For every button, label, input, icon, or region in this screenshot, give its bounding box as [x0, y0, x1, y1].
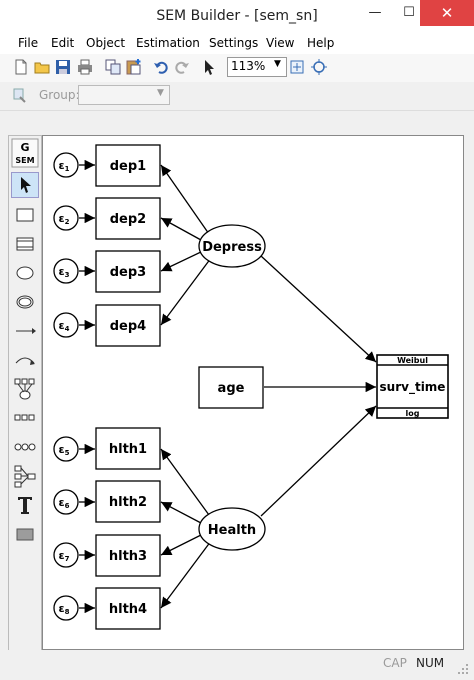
measurement-icon — [14, 378, 35, 400]
diagram-canvas[interactable]: ε1 ε2 ε3 ε4 ε5 ε6 ε7 ε8 dep1 dep2 dep3 d… — [42, 135, 464, 650]
three-boxes-icon — [14, 414, 35, 421]
close-button[interactable]: ✕ — [420, 0, 474, 26]
oval-icon — [16, 266, 34, 280]
multilevel-latent-tool[interactable] — [11, 289, 39, 315]
new-icon[interactable] — [12, 58, 30, 76]
fit-icon[interactable] — [288, 58, 306, 76]
paste-icon[interactable] — [124, 58, 142, 76]
print-icon[interactable] — [76, 58, 94, 76]
path-tool[interactable] — [11, 318, 39, 344]
menu-edit[interactable]: Edit — [51, 36, 74, 50]
select-tool[interactable] — [11, 172, 39, 198]
covariance-tool[interactable] — [11, 347, 39, 373]
zoom-select[interactable]: 113% ▼ — [227, 57, 287, 77]
redo-icon[interactable] — [173, 58, 191, 76]
group-label: Group: — [39, 88, 80, 102]
sem-diagram: ε1 ε2 ε3 ε4 ε5 ε6 ε7 ε8 dep1 dep2 dep3 d… — [53, 144, 449, 630]
tool-palette: G SEM — [8, 135, 42, 657]
open-icon[interactable] — [33, 58, 51, 76]
caps-lock-indicator: CAP — [383, 656, 407, 670]
measurement-component-tool[interactable] — [11, 376, 39, 402]
outcome-link: log — [406, 409, 420, 418]
menu-file[interactable]: File — [18, 36, 38, 50]
latent-variable-tool[interactable] — [11, 260, 39, 286]
zoom-region-icon[interactable] — [310, 58, 328, 76]
label-dep1: dep1 — [110, 159, 146, 174]
arrow-icon — [16, 328, 36, 334]
outcome-surv-time[interactable]: Weibul surv_time log — [376, 354, 449, 419]
menu-object[interactable]: Object — [86, 36, 125, 50]
area-icon — [16, 528, 34, 541]
text-tool[interactable] — [11, 492, 39, 518]
pointer-icon — [21, 177, 31, 193]
path-depress-dep1[interactable] — [160, 164, 210, 235]
resize-grip-icon[interactable] — [456, 662, 470, 676]
label-dep3: dep3 — [110, 265, 146, 280]
regression-component-tool[interactable] — [11, 405, 39, 431]
chevron-down-icon: ▼ — [157, 88, 164, 98]
path-depress-dep2[interactable] — [160, 217, 202, 241]
multilevel-tool[interactable] — [11, 463, 39, 489]
chevron-down-icon: ▼ — [274, 59, 281, 69]
menu-help[interactable]: Help — [307, 36, 334, 50]
label-dep2: dep2 — [110, 212, 146, 227]
path-health-surv[interactable] — [260, 405, 377, 517]
double-oval-icon — [16, 295, 34, 309]
path-health-hlth2[interactable] — [160, 501, 202, 524]
generalized-observed-tool[interactable] — [11, 231, 39, 257]
hierarchy-icon — [14, 465, 36, 488]
outcome-family: Weibul — [397, 356, 428, 365]
zoom-value: 113% — [231, 59, 266, 73]
copy-icon[interactable] — [104, 58, 122, 76]
label-age: age — [218, 381, 245, 396]
minimize-button[interactable]: — — [358, 0, 392, 26]
label-hlth4: hlth4 — [109, 602, 147, 617]
observed-variable-tool[interactable] — [11, 202, 39, 228]
save-icon[interactable] — [54, 58, 72, 76]
logo-sem: SEM — [15, 156, 34, 165]
label-health: Health — [208, 523, 256, 538]
logo-g: G — [20, 141, 29, 154]
label-depress: Depress — [202, 240, 262, 255]
generalized-rectangle-icon — [16, 237, 34, 251]
menu-bar: File Edit Object Estimation Settings Vie… — [0, 32, 474, 54]
path-health-hlth3[interactable] — [160, 533, 204, 556]
menu-estimation[interactable]: Estimation — [136, 36, 200, 50]
select-icon[interactable] — [201, 58, 219, 76]
num-lock-indicator: NUM — [416, 656, 445, 670]
label-hlth1: hlth1 — [109, 442, 147, 457]
latent-regression-tool[interactable] — [11, 434, 39, 460]
label-hlth2: hlth2 — [109, 495, 147, 510]
text-icon — [18, 497, 32, 514]
outcome-name: surv_time — [380, 380, 446, 395]
label-dep4: dep4 — [110, 319, 146, 334]
group-properties-icon — [13, 88, 26, 103]
menu-settings[interactable]: Settings — [209, 36, 258, 50]
title-bar: SEM Builder - [sem_sn] — ☐ ✕ — [0, 0, 474, 32]
undo-icon[interactable] — [152, 58, 170, 76]
group-select[interactable]: ▼ — [78, 85, 170, 105]
area-tool[interactable] — [11, 521, 39, 547]
curved-arrow-icon — [15, 357, 35, 365]
label-hlth3: hlth3 — [109, 549, 147, 564]
sem-logo: G SEM — [11, 138, 39, 168]
menu-view[interactable]: View — [266, 36, 294, 50]
path-depress-dep3[interactable] — [160, 250, 204, 272]
rectangle-icon — [16, 208, 34, 222]
path-depress-surv[interactable] — [260, 255, 377, 363]
three-circles-icon — [14, 443, 36, 451]
